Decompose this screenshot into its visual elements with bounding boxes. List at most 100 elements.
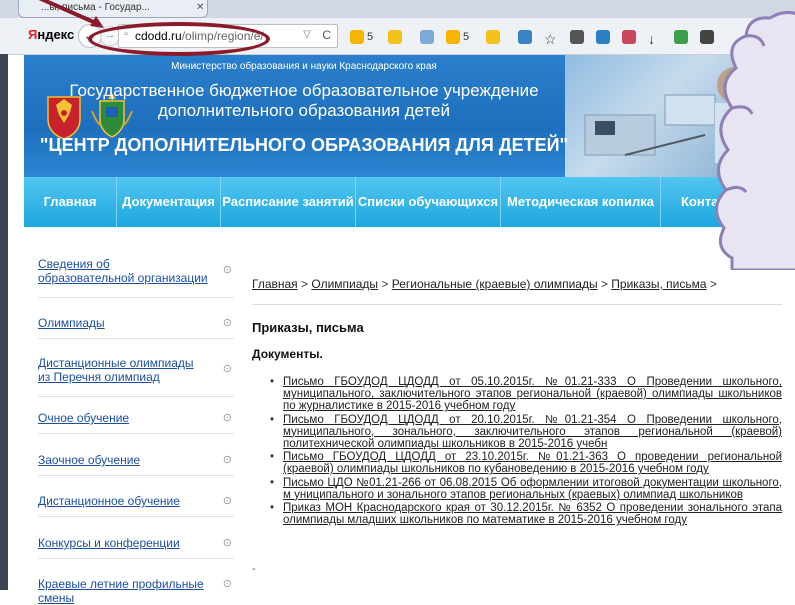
nav-item-contacts[interactable]: Контакты — [661, 177, 795, 227]
history-dropdown-icon[interactable]: ▽ — [303, 29, 311, 40]
p-icon[interactable] — [596, 28, 613, 46]
mail-icon — [486, 30, 500, 45]
sidebar-item[interactable]: Дистанционное обучение ⊙ — [38, 494, 234, 517]
list-item[interactable]: Письмо ГБОУДОД ЦДОДД от 20.10.2015г. №01… — [270, 414, 782, 451]
sidebar-link[interactable]: Сведения об образовательной организации — [38, 257, 208, 285]
document-link[interactable]: Письмо ГБОУДОД ЦДОДД от 05.10.2015г. №01… — [283, 376, 782, 412]
reload-icon[interactable]: C — [322, 28, 331, 42]
reader-icon[interactable] — [570, 28, 587, 46]
sidebar-item[interactable]: Олимпиады ⊙ — [38, 316, 234, 339]
sidebar-link[interactable]: Очное обучение — [38, 411, 208, 425]
url-host: cdodd.ru — [135, 29, 182, 43]
breadcrumb-link[interactable]: Региональные (краевые) олимпиады — [392, 277, 598, 291]
list-item[interactable]: Приказ МОН Краснодарского края от 30.12.… — [270, 502, 782, 526]
forward-icon: → — [104, 29, 116, 41]
weather-icon — [350, 30, 364, 45]
tab-close-icon[interactable]: ✕ — [196, 2, 204, 13]
footer-dash: - — [252, 563, 256, 575]
pocket-icon[interactable] — [622, 28, 639, 46]
sidebar-arrow-icon: ⊙ — [222, 578, 232, 590]
weather-icon[interactable]: 5 — [446, 28, 469, 46]
breadcrumb-separator: > — [706, 277, 717, 291]
list-item[interactable]: Письмо ЦДО №01.21-266 от 06.08.2015 Об о… — [270, 477, 782, 501]
header-photo — [565, 55, 795, 177]
sidebar-item[interactable]: Сведения об образовательной организации ⊙ — [38, 257, 234, 298]
document-link[interactable]: Письмо ЦДО №01.21-266 от 06.08.2015 Об о… — [283, 477, 782, 501]
list-item[interactable]: Письмо ГБОУДОД ЦДОДД от 05.10.2015г. №01… — [270, 376, 782, 413]
breadcrumb-separator: > — [297, 277, 312, 291]
documents-label: Документы. — [252, 347, 323, 361]
document-link[interactable]: Приказ МОН Краснодарского края от 30.12.… — [283, 502, 782, 526]
sidebar-link[interactable]: Дистанционные олимпиады из Перечня олимп… — [38, 356, 208, 384]
extension-count: 5 — [463, 31, 470, 43]
sidebar-item[interactable]: Дистанционные олимпиады из Перечня олимп… — [38, 356, 234, 397]
browser-toolbar: Яндекс ← → ▫ cdodd.ru/olimp/region/e/ ▽ … — [0, 18, 795, 55]
weather-icon[interactable]: 5 — [350, 28, 373, 46]
sidebar-arrow-icon: ⊙ — [222, 454, 232, 466]
address-url[interactable]: cdodd.ru/olimp/region/e/ — [135, 29, 264, 43]
breadcrumb-link[interactable]: Главная — [252, 277, 298, 291]
star-icon[interactable]: ☆ — [544, 28, 561, 47]
nav-item-schedule[interactable]: Расписание занятий — [221, 177, 356, 227]
sidebar-arrow-icon: ⊙ — [222, 264, 232, 276]
yandex-logo[interactable]: Яндекс — [28, 27, 74, 42]
sidebar-link[interactable]: Дистанционное обучение — [38, 494, 208, 508]
weather-icon — [446, 30, 460, 45]
page-title: Приказы, письма — [252, 320, 364, 335]
pocket-icon — [622, 30, 636, 45]
page-icon[interactable] — [420, 28, 437, 46]
documents-list: Письмо ГБОУДОД ЦДОДД от 05.10.2015г. №01… — [270, 376, 782, 527]
mail-icon[interactable] — [486, 28, 503, 46]
breadcrumb-link[interactable]: Приказы, письма — [611, 277, 706, 291]
browser-tab[interactable]: ...ы, письма - Государ... — [18, 0, 208, 18]
desktop-edge — [0, 54, 8, 590]
document-link[interactable]: Письмо ГБОУДОД ЦДОДД от 23.10.2015г. №01… — [283, 451, 782, 475]
divider — [252, 304, 782, 305]
rocket-icon[interactable] — [518, 28, 535, 46]
nav-item-student-lists[interactable]: Списки обучающихся — [356, 177, 501, 227]
sidebar-item[interactable]: Заочное обучение ⊙ — [38, 453, 234, 476]
sidebar-link[interactable]: Конкурсы и конференции — [38, 536, 208, 550]
breadcrumb-link[interactable]: Олимпиады — [311, 277, 378, 291]
rocket-icon — [518, 30, 532, 45]
address-bar[interactable]: ▫ cdodd.ru/olimp/region/e/ ▽ C — [118, 24, 338, 48]
institution-line1: Государственное бюджетное образовательно… — [69, 81, 539, 100]
download-icon: ↓ — [648, 31, 655, 48]
main-nav: Главная Документация Расписание занятий … — [24, 177, 795, 227]
breadcrumb-separator: > — [378, 277, 392, 291]
reader-icon — [570, 30, 584, 45]
sidebar-arrow-icon: ⊙ — [222, 317, 232, 329]
sidebar-item[interactable]: Краевые летние профильные смены ⊙ — [38, 577, 234, 605]
sidebar-arrow-icon: ⊙ — [222, 495, 232, 507]
back-button[interactable]: ← — [78, 24, 102, 48]
green-icon — [674, 30, 688, 45]
p-icon — [596, 30, 610, 45]
sidebar-link[interactable]: Олимпиады — [38, 316, 208, 330]
sidebar-item[interactable]: Конкурсы и конференции ⊙ — [38, 536, 234, 559]
institution-line2: дополнительного образования детей — [157, 101, 450, 120]
sidebar-item[interactable]: Очное обучение ⊙ — [38, 411, 234, 434]
lab-photo-illustration — [584, 67, 765, 163]
ministry-name: Министерство образования и науки Краснод… — [171, 61, 437, 72]
nav-item-documentation[interactable]: Документация — [117, 177, 221, 227]
smile-icon[interactable] — [700, 28, 717, 46]
sidebar-link[interactable]: Заочное обучение — [38, 453, 208, 467]
download-icon[interactable]: ↓ — [648, 28, 665, 48]
center-name: "ЦЕНТР ДОПОЛНИТЕЛЬНОГО ОБРАЗОВАНИЯ ДЛЯ Д… — [39, 135, 569, 155]
mail-icon — [388, 30, 402, 45]
nav-item-home[interactable]: Главная — [24, 177, 117, 227]
brand-rest: ндекс — [37, 27, 75, 42]
url-path: /olimp/region/e/ — [181, 29, 264, 43]
mail-icon[interactable] — [388, 28, 405, 46]
green-icon[interactable] — [674, 28, 691, 46]
sidebar-link[interactable]: Краевые летние профильные смены — [38, 577, 208, 605]
list-item[interactable]: Письмо ГБОУДОД ЦДОДД от 23.10.2015г. №01… — [270, 451, 782, 475]
document-link[interactable]: Письмо ГБОУДОД ЦДОДД от 20.10.2015г. №01… — [283, 414, 782, 450]
forward-button[interactable]: → — [100, 26, 120, 46]
nav-item-methodology[interactable]: Методическая копилка — [501, 177, 661, 227]
page-icon: ▫ — [124, 28, 128, 40]
back-icon: ← — [83, 28, 97, 43]
site-header: Министерство образования и науки Краснод… — [24, 55, 795, 177]
breadcrumb-separator: > — [597, 277, 612, 291]
sidebar-arrow-icon: ⊙ — [222, 363, 232, 375]
